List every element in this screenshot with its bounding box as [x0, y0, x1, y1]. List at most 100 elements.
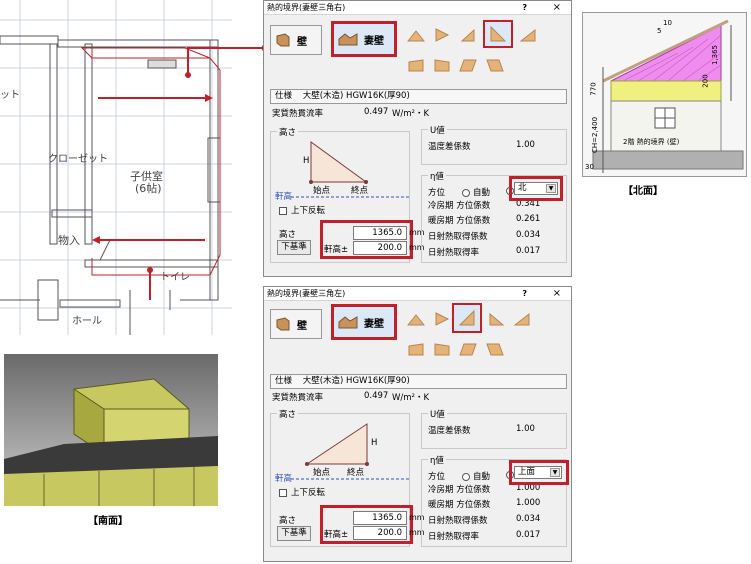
- boundary-label: 2階 熱的境界 (壁): [623, 138, 680, 146]
- dialog-gable-right: 熱的境界(妻壁三角右) ? × 壁 妻壁 仕様 大壁(木造) HGW16K(厚9…: [263, 0, 572, 277]
- gain-label: 日射熱取得率: [428, 532, 480, 542]
- tab-gable-label: 妻壁: [364, 35, 384, 47]
- dim-ch: CH=2,400: [591, 116, 600, 154]
- close-button[interactable]: ×: [553, 287, 561, 301]
- flow-value: 0.497: [364, 391, 389, 401]
- flip-checkbox[interactable]: 上下反転: [279, 204, 325, 216]
- eave-input[interactable]: 200.0: [353, 241, 407, 255]
- flow-unit: W/m²・K: [392, 393, 430, 403]
- radio-icon: [462, 472, 470, 481]
- h-label: H: [371, 438, 378, 448]
- south-3d-view: [4, 354, 218, 506]
- shape-quad-3[interactable]: [456, 55, 480, 75]
- spec-value: 大壁(木造) HGW16K(厚90): [302, 376, 410, 386]
- dim-770: 770: [589, 82, 598, 96]
- eave-input[interactable]: 200.0: [353, 526, 407, 540]
- shape-quad-1[interactable]: [404, 339, 428, 359]
- auto-label: 自動: [473, 188, 491, 198]
- height-input-label: 高さ: [279, 230, 297, 240]
- north-caption: 【北面】: [623, 186, 663, 197]
- direction-value: 北: [518, 183, 527, 193]
- eave-line: [291, 196, 409, 198]
- base-button[interactable]: 下基準: [277, 240, 311, 255]
- solar-label: 日射熱取得係数: [428, 232, 488, 242]
- direction-select[interactable]: 北 ▼: [514, 182, 558, 195]
- connector-lines: [149, 44, 269, 300]
- close-button[interactable]: ×: [553, 1, 561, 15]
- u-value-group-label: U値: [428, 124, 447, 136]
- south-caption: 【南面】: [88, 516, 128, 527]
- flip-check-icon: [279, 206, 287, 215]
- shape-quad-1[interactable]: [404, 55, 428, 75]
- shape-quad-4[interactable]: [483, 55, 507, 75]
- height-input[interactable]: 1365.0: [353, 226, 407, 240]
- north-elevation: 10 5 1,365 200 770 CH=2,400 30 2階 熱的境界 (…: [582, 12, 747, 177]
- shape-tri-right-down[interactable]: [484, 309, 508, 329]
- u-value-group: U値 温度差係数 1.00: [421, 124, 567, 165]
- shape-quad-4[interactable]: [483, 339, 507, 359]
- shape-quad-2[interactable]: [430, 339, 454, 359]
- solar-value: 0.034: [516, 514, 541, 524]
- tab-gable-label: 妻壁: [364, 318, 384, 330]
- chevron-down-icon: ▼: [550, 468, 560, 477]
- solar-label: 日射熱取得係数: [428, 516, 488, 526]
- start-label: 始点: [313, 186, 331, 196]
- spec-label: 仕様: [275, 91, 293, 101]
- direction-value: 上面: [518, 467, 536, 477]
- shape-tri-right-selected[interactable]: [483, 20, 513, 48]
- shape-quad-3[interactable]: [456, 339, 480, 359]
- direction-select[interactable]: 上面 ▼: [514, 466, 562, 479]
- help-button[interactable]: ?: [522, 1, 527, 15]
- wall-icon: [276, 317, 290, 331]
- shape-tri-left-up[interactable]: [456, 25, 480, 45]
- dialog-title: 熱的境界(妻壁三角右): [267, 3, 346, 12]
- radio-icon: [462, 188, 470, 197]
- spec-bar[interactable]: 仕様 大壁(木造) HGW16K(厚90): [270, 89, 567, 104]
- eave-line: [291, 478, 409, 480]
- gable-wall-icon: [338, 316, 358, 329]
- tab-wall[interactable]: 壁: [270, 309, 322, 339]
- dialog-titlebar: 熱的境界(妻壁三角右) ? ×: [264, 1, 571, 15]
- end-label: 終点: [351, 186, 369, 196]
- tab-gable-wall[interactable]: 妻壁: [331, 21, 397, 57]
- height-input-label: 高さ: [279, 516, 297, 526]
- heat-label: 暖房期 方位係数: [428, 216, 491, 226]
- dialog-gable-left: 熱的境界(妻壁三角左) ? × 壁 妻壁 仕様 大壁(木造) HGW16K(厚9…: [263, 286, 572, 562]
- dir-label: 方位: [428, 472, 446, 482]
- dir-label: 方位: [428, 188, 446, 198]
- shape-tri-slant[interactable]: [510, 309, 534, 329]
- tab-wall-label: 壁: [297, 36, 307, 48]
- plan-label-hall: ホール: [72, 316, 102, 327]
- dialog-titlebar: 熱的境界(妻壁三角左) ? ×: [264, 287, 571, 301]
- u-value-group: U値 温度差係数 1.00: [421, 408, 567, 449]
- auto-radio[interactable]: 自動: [462, 186, 490, 198]
- shape-tri-left-selected[interactable]: [452, 303, 482, 333]
- auto-label: 自動: [473, 472, 491, 482]
- flow-value: 0.497: [364, 107, 389, 117]
- flip-check-icon: [279, 488, 287, 497]
- shape-tri-up[interactable]: [404, 25, 428, 45]
- dim-10: 10: [663, 19, 672, 27]
- base-button[interactable]: 下基準: [277, 526, 311, 541]
- dim-30: 30: [585, 163, 594, 171]
- solar-value: 0.034: [516, 230, 541, 240]
- north-elevation-drawing: [592, 19, 744, 173]
- auto-radio[interactable]: 自動: [462, 470, 490, 482]
- shape-tri-up[interactable]: [404, 309, 428, 329]
- gain-value: 0.017: [516, 246, 541, 256]
- shape-tri-slant[interactable]: [516, 25, 540, 45]
- gable-wall-icon: [338, 33, 358, 46]
- tab-gable-wall[interactable]: 妻壁: [331, 304, 397, 340]
- shape-quad-2[interactable]: [430, 55, 454, 75]
- help-button[interactable]: ?: [522, 287, 527, 301]
- gain-label: 日射熱取得率: [428, 248, 480, 258]
- shape-tri-right[interactable]: [430, 25, 454, 45]
- spec-bar[interactable]: 仕様 大壁(木造) HGW16K(厚90): [270, 374, 567, 389]
- start-label: 始点: [313, 468, 331, 478]
- tab-wall[interactable]: 壁: [270, 25, 322, 55]
- flip-checkbox[interactable]: 上下反転: [279, 486, 325, 498]
- temp-value: 1.00: [516, 140, 535, 150]
- shape-tri-right[interactable]: [430, 309, 454, 329]
- height-input[interactable]: 1365.0: [353, 511, 407, 525]
- cool-label: 冷房期 方位係数: [428, 201, 491, 211]
